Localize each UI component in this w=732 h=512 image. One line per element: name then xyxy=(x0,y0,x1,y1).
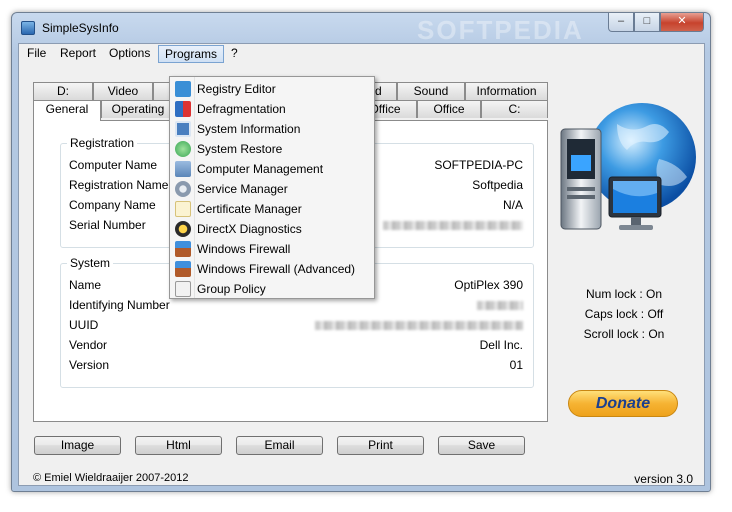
caps-lock-status: Caps lock : Off xyxy=(584,307,664,321)
menu-programs[interactable]: Programs xyxy=(158,45,225,63)
menu-item-label: Computer Management xyxy=(197,162,324,176)
menu-file[interactable]: File xyxy=(21,45,52,63)
window-controls: – □ ✕ xyxy=(608,13,704,33)
menu-item-system-information[interactable]: System Information xyxy=(172,119,372,139)
copyright-text: © Emiel Wieldraaijer 2007-2012 xyxy=(33,472,189,484)
row-value: Softpedia xyxy=(472,178,523,192)
menu-item-computer-management[interactable]: Computer Management xyxy=(172,159,372,179)
firewall-icon xyxy=(175,241,191,257)
menu-item-label: Certificate Manager xyxy=(197,202,302,216)
row-label: Registration Name xyxy=(69,178,169,192)
menu-item-label: Registry Editor xyxy=(197,82,276,96)
menu-item-system-restore[interactable]: System Restore xyxy=(172,139,372,159)
menu-item-service-manager[interactable]: Service Manager xyxy=(172,179,372,199)
menu-item-label: System Information xyxy=(197,122,301,136)
system-restore-icon xyxy=(175,141,191,157)
menu-help[interactable]: ? xyxy=(225,45,244,63)
window-title: SimpleSysInfo xyxy=(42,21,119,35)
tab-general[interactable]: General xyxy=(33,100,101,121)
row-label: Computer Name xyxy=(69,158,158,172)
row-label: Vendor xyxy=(69,338,108,352)
system-row: UUID xyxy=(69,318,523,334)
row-label: Company Name xyxy=(69,198,156,212)
scroll-lock-status: Scroll lock : On xyxy=(583,327,665,341)
computer-globe-icon xyxy=(560,103,696,230)
group-policy-icon xyxy=(175,281,191,297)
app-icon xyxy=(21,21,35,35)
minimize-button[interactable]: – xyxy=(608,13,634,32)
maximize-button[interactable]: □ xyxy=(634,13,660,32)
menu-item-label: Defragmentation xyxy=(197,102,286,116)
tab-c-drive[interactable]: C: xyxy=(481,100,548,118)
tab-operating[interactable]: Operating xyxy=(101,100,175,118)
tab-information[interactable]: Information xyxy=(465,82,548,100)
donate-button[interactable]: Donate xyxy=(568,390,678,417)
row-value: N/A xyxy=(502,198,523,212)
app-window: SimpleSysInfo SOFTPEDIA – □ ✕ File Repor… xyxy=(11,12,711,492)
close-button[interactable]: ✕ xyxy=(660,13,704,32)
row-label: Identifying Number xyxy=(69,298,170,312)
menu-item-defragmentation[interactable]: Defragmentation xyxy=(172,99,372,119)
row-value: SOFTPEDIA-PC xyxy=(434,158,523,172)
registration-title: Registration xyxy=(67,136,138,150)
firewall-advanced-icon xyxy=(175,261,191,277)
menu-item-label: DirectX Diagnostics xyxy=(197,222,302,236)
row-label: Version xyxy=(69,358,110,372)
defrag-icon xyxy=(175,101,191,117)
system-row: Version 01 xyxy=(69,358,523,374)
serial-number-redacted xyxy=(383,218,523,233)
title-bar[interactable]: SimpleSysInfo SOFTPEDIA – □ ✕ xyxy=(12,13,710,45)
system-row: Identifying Number xyxy=(69,298,523,314)
gear-icon xyxy=(175,181,191,197)
menu-item-windows-firewall[interactable]: Windows Firewall xyxy=(172,239,372,259)
row-label: UUID xyxy=(69,318,99,332)
row-label: Name xyxy=(69,278,102,292)
save-button[interactable]: Save xyxy=(438,436,525,455)
print-button[interactable]: Print xyxy=(337,436,424,455)
version-text: version 3.0 xyxy=(634,472,693,486)
certificate-icon xyxy=(175,201,191,217)
softpedia-watermark: SOFTPEDIA xyxy=(417,15,584,45)
menu-item-label: Group Policy xyxy=(197,282,266,296)
tab-office-2[interactable]: Office xyxy=(417,100,481,118)
row-value: OptiPlex 390 xyxy=(454,278,523,292)
row-value: 01 xyxy=(509,358,523,372)
menu-item-certificate-manager[interactable]: Certificate Manager xyxy=(172,199,372,219)
menu-item-windows-firewall-advanced[interactable]: Windows Firewall (Advanced) xyxy=(172,259,372,279)
tab-video[interactable]: Video xyxy=(93,82,153,100)
computer-management-icon xyxy=(175,161,191,177)
email-button[interactable]: Email xyxy=(236,436,323,455)
lock-status: Num lock : On Caps lock : Off Scroll loc… xyxy=(549,284,699,344)
menu-bar: File Report Options Programs ? xyxy=(19,44,704,64)
menu-item-label: Service Manager xyxy=(197,182,288,196)
tab-sound[interactable]: Sound xyxy=(397,82,465,100)
programs-menu: Registry Editor Defragmentation System I… xyxy=(169,76,375,299)
menu-options[interactable]: Options xyxy=(103,45,156,63)
row-value: Dell Inc. xyxy=(479,338,523,352)
directx-icon xyxy=(175,221,191,237)
menu-item-group-policy[interactable]: Group Policy xyxy=(172,279,372,299)
image-button[interactable]: Image xyxy=(34,436,121,455)
identifying-number-redacted xyxy=(477,298,523,313)
system-info-icon xyxy=(175,121,191,137)
menu-item-label: Windows Firewall xyxy=(197,242,291,256)
system-row: Vendor Dell Inc. xyxy=(69,338,523,354)
num-lock-status: Num lock : On xyxy=(585,287,663,301)
menu-report[interactable]: Report xyxy=(54,45,102,63)
system-title: System xyxy=(67,256,114,270)
tab-d-drive[interactable]: D: xyxy=(33,82,93,100)
uuid-redacted xyxy=(315,318,523,333)
row-label: Serial Number xyxy=(69,218,146,232)
registry-editor-icon xyxy=(175,81,191,97)
menu-item-registry-editor[interactable]: Registry Editor xyxy=(172,79,372,99)
menu-item-label: Windows Firewall (Advanced) xyxy=(197,262,356,276)
menu-item-directx-diagnostics[interactable]: DirectX Diagnostics xyxy=(172,219,372,239)
menu-item-label: System Restore xyxy=(197,142,283,156)
html-button[interactable]: Html xyxy=(135,436,222,455)
client-area: File Report Options Programs ? D: Video … xyxy=(18,43,705,486)
